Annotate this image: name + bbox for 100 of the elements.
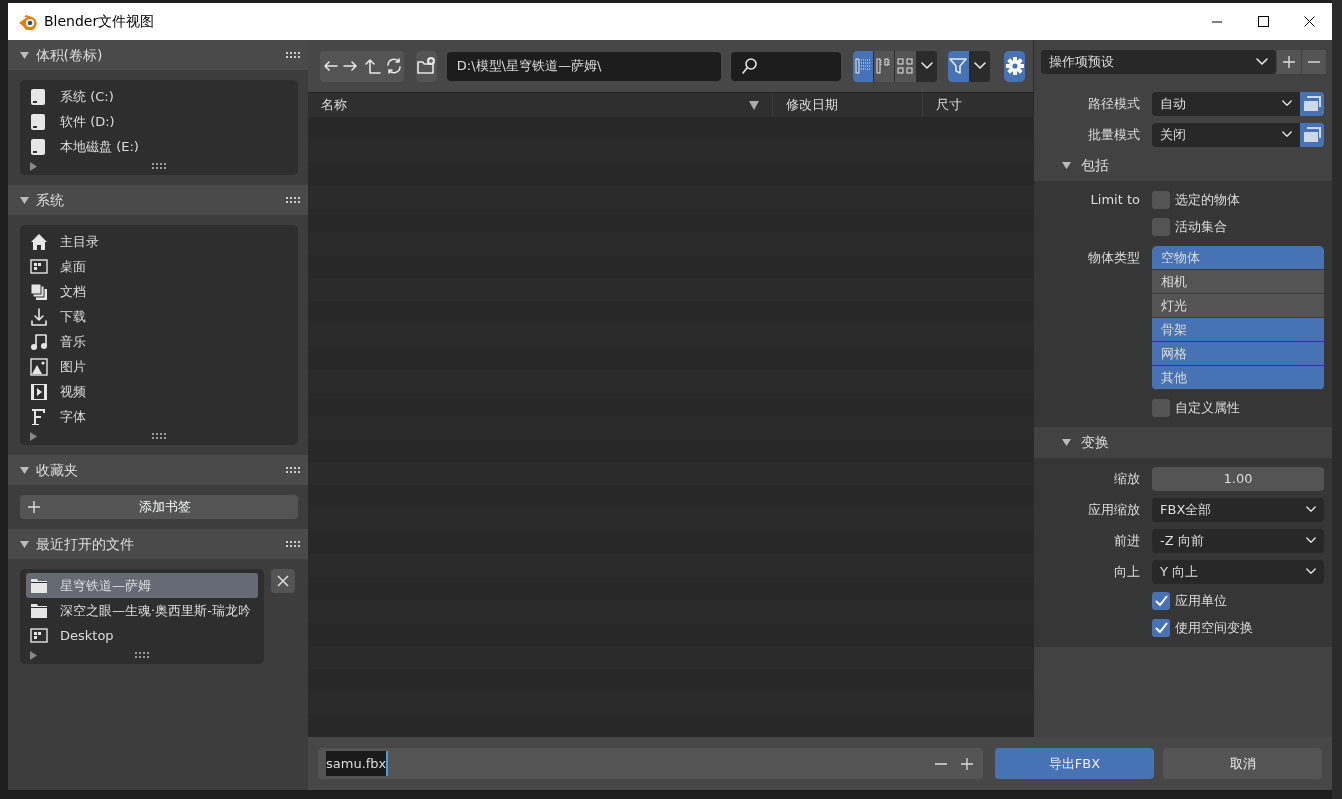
drag-grip-icon[interactable]: [286, 467, 300, 473]
collapse-triangle-icon[interactable]: [1062, 161, 1071, 170]
chevron-icon: [1255, 58, 1268, 66]
panel-title: 系统: [35, 190, 64, 210]
picture-icon: [30, 357, 48, 376]
film-icon: [30, 382, 48, 401]
close-icon: [1303, 16, 1315, 27]
filename-field[interactable]: samu.fbx: [318, 748, 983, 779]
drive-icon: [30, 112, 48, 131]
object-type-toggle[interactable]: 网格: [1152, 342, 1324, 366]
remove-preset-button[interactable]: [1301, 50, 1326, 74]
recent-file-item[interactable]: 星穹铁道—萨姆: [26, 573, 258, 598]
plus-icon: [1282, 56, 1295, 68]
horizontal-list-icon[interactable]: [874, 50, 895, 82]
panel-header[interactable]: 收藏夹: [8, 455, 308, 485]
checkbox-option[interactable]: 使用空间变换: [1152, 617, 1253, 638]
drive-icon: [30, 87, 48, 106]
add-preset-button[interactable]: [1276, 50, 1301, 74]
checkmark-icon: [1154, 622, 1168, 633]
drag-grip-icon[interactable]: [134, 652, 149, 658]
drag-grip-icon[interactable]: [151, 163, 166, 169]
location-item[interactable]: 系统 (C:): [26, 84, 292, 109]
field-label: Limit to: [1089, 190, 1141, 209]
expand-triangle-icon[interactable]: [29, 650, 39, 660]
recent-file-item[interactable]: 深空之眼—生魂·奥西里斯-瑞龙吟: [26, 598, 258, 623]
path-field[interactable]: D:\模型\星穹铁道—萨姆\: [446, 51, 722, 81]
window-title: Blender文件视图: [44, 12, 155, 31]
app-logo-icon: [18, 14, 38, 31]
expand-triangle-icon[interactable]: [29, 161, 39, 171]
dropdown-field[interactable]: 自动: [1152, 91, 1300, 116]
collapse-triangle-icon[interactable]: [20, 539, 29, 549]
chevron-icon: [1282, 131, 1292, 138]
location-item[interactable]: 音乐: [26, 329, 292, 354]
vertical-list-icon[interactable]: [852, 50, 874, 82]
thumbnails-icon[interactable]: [895, 50, 916, 82]
location-item[interactable]: 文档: [26, 279, 292, 304]
panel-header[interactable]: 最近打开的文件: [8, 529, 308, 559]
checkbox-option[interactable]: 自定义属性: [1152, 397, 1240, 418]
search-field[interactable]: [731, 51, 842, 81]
collapse-triangle-icon[interactable]: [20, 195, 29, 205]
decrement-increment-icon[interactable]: [934, 757, 975, 770]
object-type-toggle[interactable]: 相机: [1152, 270, 1324, 294]
folder-icon: [30, 602, 48, 619]
expand-triangle-icon[interactable]: [29, 431, 39, 441]
sort-descending-icon[interactable]: [749, 100, 759, 110]
location-item[interactable]: 软件 (D:): [26, 109, 292, 134]
download-icon: [30, 307, 48, 326]
object-type-toggle[interactable]: 骨架: [1152, 318, 1324, 342]
field-label: 批量模式: [1087, 125, 1141, 144]
dropdown-field[interactable]: 关闭: [1152, 122, 1300, 147]
add-bookmark-button[interactable]: 添加书签: [20, 495, 298, 519]
section-title: 包括: [1081, 156, 1109, 175]
drag-grip-icon[interactable]: [286, 541, 300, 547]
collapse-triangle-icon[interactable]: [20, 50, 29, 60]
clear-recent-button[interactable]: [270, 569, 295, 593]
dropdown-field[interactable]: FBX全部: [1152, 497, 1324, 522]
object-type-toggle[interactable]: 灯光: [1152, 294, 1324, 318]
panel-header[interactable]: 系统: [8, 185, 308, 215]
checkbox-option[interactable]: 活动集合: [1152, 216, 1227, 237]
documents-icon: [30, 282, 48, 301]
preset-dropdown[interactable]: 操作项预设: [1040, 50, 1276, 74]
field-label: 物体类型: [1087, 249, 1141, 267]
location-item[interactable]: 主目录: [26, 229, 292, 254]
filter-icon[interactable]: [948, 50, 969, 82]
dropdown-field[interactable]: Y 向上: [1152, 559, 1324, 584]
letter-f-icon: [30, 407, 48, 426]
folder-options-icon[interactable]: [1300, 91, 1324, 116]
recent-file-item[interactable]: Desktop: [26, 623, 258, 648]
object-type-toggle[interactable]: 其他: [1152, 366, 1324, 390]
field-label: 前进: [1113, 531, 1141, 550]
drive-icon: [30, 137, 48, 156]
collapse-triangle-icon[interactable]: [1062, 438, 1071, 447]
location-item[interactable]: 下载: [26, 304, 292, 329]
new-folder-icon[interactable]: [416, 50, 437, 82]
music-note-icon: [30, 332, 48, 351]
number-field[interactable]: 1.00: [1152, 466, 1324, 491]
folder-options-icon[interactable]: [1300, 122, 1324, 147]
section-title: 变换: [1081, 433, 1109, 452]
location-item[interactable]: 视频: [26, 379, 292, 404]
location-item[interactable]: 图片: [26, 354, 292, 379]
search-icon: [741, 57, 760, 75]
drag-grip-icon[interactable]: [151, 433, 166, 439]
chevron-icon: [1282, 100, 1292, 107]
drag-grip-icon[interactable]: [286, 52, 300, 58]
panel-header[interactable]: 体积(卷标): [8, 40, 308, 70]
settings-icon[interactable]: [1004, 50, 1025, 82]
checkbox-option[interactable]: 选定的物体: [1152, 189, 1240, 210]
panel-title: 体积(卷标): [35, 45, 103, 65]
checkbox-option[interactable]: 应用单位: [1152, 590, 1227, 611]
checkmark-icon: [1154, 595, 1168, 606]
dropdown-field[interactable]: -Z 向前: [1152, 528, 1324, 553]
drag-grip-icon[interactable]: [286, 197, 300, 203]
cancel-button[interactable]: 取消: [1163, 748, 1322, 779]
collapse-triangle-icon[interactable]: [20, 465, 29, 475]
column-header[interactable]: 尺寸: [923, 93, 1033, 117]
location-item[interactable]: 字体: [26, 404, 292, 429]
location-item[interactable]: 桌面: [26, 254, 292, 279]
location-item[interactable]: 本地磁盘 (E:): [26, 134, 292, 159]
export-button[interactable]: 导出FBX: [995, 748, 1154, 779]
object-type-toggle[interactable]: 空物体: [1152, 246, 1324, 270]
